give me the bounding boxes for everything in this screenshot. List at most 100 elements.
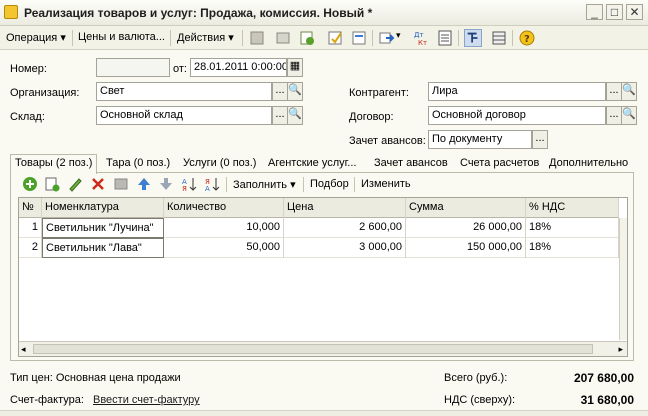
tab-agent-services[interactable]: Агентские услуг... <box>268 156 356 173</box>
table-toolbar-divider <box>303 177 304 192</box>
svg-text:Я: Я <box>182 185 187 192</box>
advance-select-button[interactable]: ... <box>532 130 548 149</box>
item-cell[interactable]: Светильник "Лава" <box>42 238 164 258</box>
tab-goods[interactable]: Товары (2 поз.) <box>10 154 98 174</box>
contract-select-button[interactable]: ... <box>606 106 622 125</box>
refresh-icon[interactable] <box>298 29 316 47</box>
sum-cell[interactable]: 150 000,00 <box>406 238 526 258</box>
delete-row-icon[interactable] <box>90 176 106 192</box>
copy-row-icon[interactable] <box>44 176 60 192</box>
total-label: Всего (руб.): <box>444 372 508 384</box>
tab-accounts[interactable]: Счета расчетов <box>460 156 539 173</box>
actions-menu[interactable]: Действия ▾ <box>177 31 234 44</box>
title-bar: Реализация товаров и услуг: Продажа, ком… <box>0 0 648 26</box>
column-header-sum[interactable]: Сумма <box>406 198 526 218</box>
tab-services[interactable]: Услуги (0 поз.) <box>183 156 256 173</box>
table-vertical-scrollbar[interactable] <box>619 218 627 340</box>
sort-desc-icon[interactable]: ЯА <box>204 176 220 192</box>
minimize-button[interactable]: _ <box>586 4 603 20</box>
tab-additional[interactable]: Дополнительно <box>549 156 628 173</box>
price-cell[interactable]: 2 600,00 <box>284 218 406 238</box>
column-header-number[interactable]: № <box>19 198 42 218</box>
report-icon[interactable] <box>436 29 454 47</box>
fill-menu[interactable]: Заполнить ▾ <box>233 178 296 191</box>
sum-cell[interactable]: 26 000,00 <box>406 218 526 238</box>
contract-label: Договор: <box>349 111 394 123</box>
sort-asc-icon[interactable]: АЯ <box>181 176 197 192</box>
toolbar-divider <box>72 30 73 46</box>
maximize-button[interactable]: □ <box>606 4 623 20</box>
vat-cell[interactable]: 18% <box>526 218 619 238</box>
move-down-icon[interactable] <box>158 176 174 192</box>
move-up-icon[interactable] <box>136 176 152 192</box>
contract-field[interactable]: Основной договор <box>428 106 606 125</box>
row-number: 2 <box>19 238 42 258</box>
organization-open-icon[interactable]: 🔍 <box>287 82 303 101</box>
column-header-item[interactable]: Номенклатура <box>42 198 164 218</box>
table-row[interactable]: 2 Светильник "Лава" 50,000 3 000,00 150 … <box>19 238 619 258</box>
column-header-quantity[interactable]: Количество <box>164 198 284 218</box>
date-label: от: <box>173 63 187 75</box>
structure-icon[interactable] <box>464 29 482 47</box>
vat-label: НДС (сверху): <box>444 394 516 406</box>
item-cell[interactable]: Светильник "Лучина" <box>42 218 164 238</box>
create-invoice-link[interactable]: Ввести счет-фактуру <box>93 394 200 406</box>
organization-field[interactable]: Свет <box>96 82 272 101</box>
price-cell[interactable]: 3 000,00 <box>284 238 406 258</box>
change-button[interactable]: Изменить <box>361 178 411 190</box>
operation-menu[interactable]: Операция ▾ <box>6 31 66 44</box>
select-button[interactable]: Подбор <box>310 178 349 190</box>
scroll-left-icon[interactable]: ◂ <box>21 344 26 355</box>
save-icon[interactable] <box>326 29 344 47</box>
tab-containers[interactable]: Тара (0 поз.) <box>106 156 170 173</box>
dt-kt-icon[interactable]: ДтКт <box>412 29 430 47</box>
end-edit-icon[interactable] <box>113 176 129 192</box>
document-icon <box>4 5 18 19</box>
column-header-vat[interactable]: % НДС <box>526 198 619 218</box>
quantity-cell[interactable]: 10,000 <box>164 218 284 238</box>
date-field[interactable]: 28.01.2011 0:00:00 <box>190 58 287 77</box>
post-icon[interactable] <box>248 29 266 47</box>
column-header-price[interactable]: Цена <box>284 198 406 218</box>
table-row[interactable]: 1 Светильник "Лучина" 10,000 2 600,00 26… <box>19 218 619 238</box>
warehouse-open-icon[interactable]: 🔍 <box>287 106 303 125</box>
table-toolbar-divider <box>354 177 355 192</box>
print-icon[interactable] <box>350 29 368 47</box>
tab-advances[interactable]: Зачет авансов <box>374 156 448 173</box>
go-icon[interactable] <box>378 29 396 47</box>
number-label: Номер: <box>10 63 47 75</box>
table-horizontal-scrollbar[interactable]: ◂ ▸ <box>19 341 627 356</box>
close-button[interactable]: ✕ <box>626 4 643 20</box>
svg-text:А: А <box>205 185 210 192</box>
edit-row-icon[interactable] <box>67 176 83 192</box>
scroll-thumb[interactable] <box>33 344 593 354</box>
contract-open-icon[interactable]: 🔍 <box>621 106 637 125</box>
go-dropdown-icon[interactable]: ▾ <box>396 30 401 41</box>
document-tabs: Товары (2 поз.) Тара (0 поз.) Услуги (0 … <box>10 154 634 174</box>
contractor-field[interactable]: Лира <box>428 82 606 101</box>
actions-menu-label: Действия <box>177 32 226 44</box>
advance-field[interactable]: По документу <box>428 130 532 149</box>
quantity-cell[interactable]: 50,000 <box>164 238 284 258</box>
list-icon[interactable] <box>490 29 508 47</box>
help-icon[interactable]: ? <box>518 29 536 47</box>
fill-menu-label: Заполнить <box>233 179 288 191</box>
add-row-icon[interactable] <box>22 176 38 192</box>
calendar-icon[interactable]: ▦ <box>287 58 303 77</box>
number-field[interactable] <box>96 58 170 77</box>
svg-text:?: ? <box>524 34 530 45</box>
view-icon[interactable] <box>274 29 292 47</box>
goods-table[interactable]: № Номенклатура Количество Цена Сумма % Н… <box>18 197 628 357</box>
scroll-right-icon[interactable]: ▸ <box>618 344 623 355</box>
prices-button[interactable]: Цены и валюта... <box>78 31 165 43</box>
contractor-open-icon[interactable]: 🔍 <box>621 82 637 101</box>
warehouse-select-button[interactable]: ... <box>272 106 288 125</box>
vat-cell[interactable]: 18% <box>526 238 619 258</box>
vat-value: 31 680,00 <box>580 393 634 407</box>
window-title: Реализация товаров и услуг: Продажа, ком… <box>24 6 373 20</box>
organization-select-button[interactable]: ... <box>272 82 288 101</box>
operation-menu-label: Операция <box>6 32 58 44</box>
contractor-select-button[interactable]: ... <box>606 82 622 101</box>
price-type-text: Тип цен: Основная цена продажи <box>10 372 181 384</box>
warehouse-field[interactable]: Основной склад <box>96 106 272 125</box>
